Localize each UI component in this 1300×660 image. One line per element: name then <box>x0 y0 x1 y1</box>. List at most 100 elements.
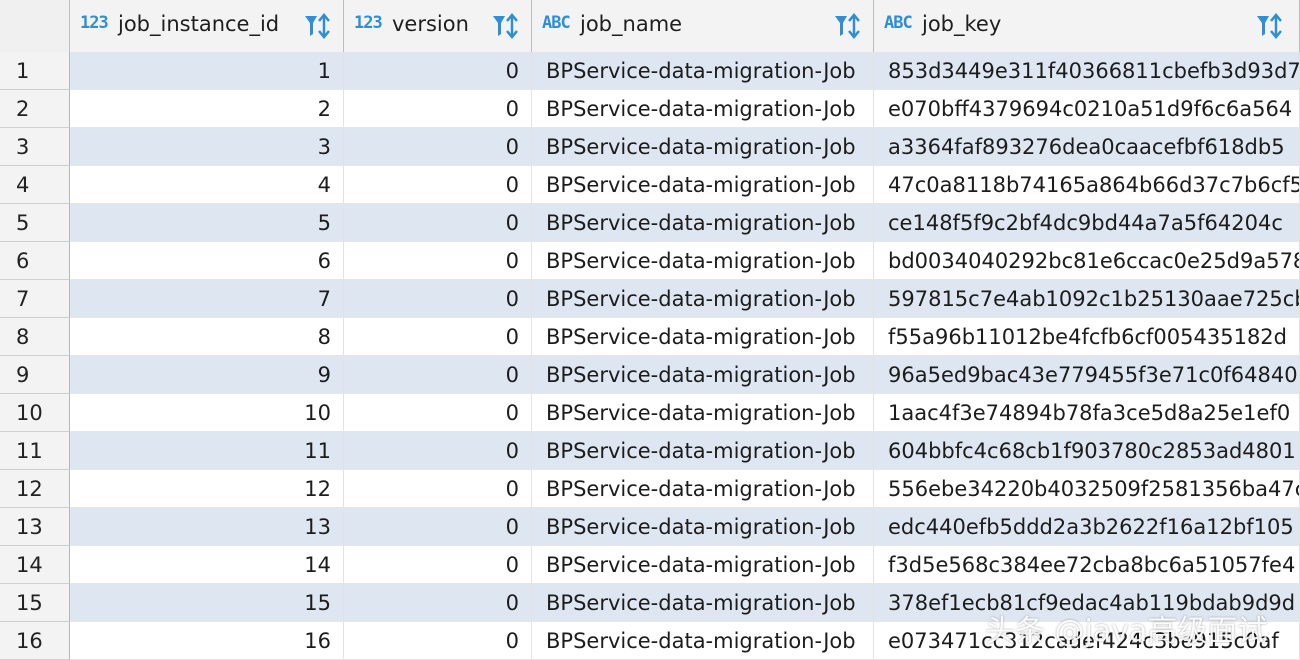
row-number[interactable]: 11 <box>0 432 70 470</box>
column-header-version[interactable]: 123 version <box>344 0 532 52</box>
cell-job-name[interactable]: BPService-data-migration-Job <box>532 356 874 394</box>
cell-job-key[interactable]: f3d5e568c384ee72cba8bc6a51057fe4 <box>874 546 1300 584</box>
table-row[interactable]: 13 13 0 BPService-data-migration-Job edc440e… <box>0 508 1300 546</box>
row-number[interactable]: 1 <box>0 52 70 90</box>
row-number[interactable]: 12 <box>0 470 70 508</box>
cell-job-name[interactable]: BPService-data-migration-Job <box>532 470 874 508</box>
cell-job-name[interactable]: BPService-data-migration-Job <box>532 90 874 128</box>
cell-job-key[interactable]: 853d3449e311f40366811cbefb3d93d7 <box>874 52 1300 90</box>
cell-job-name[interactable]: BPService-data-migration-Job <box>532 204 874 242</box>
cell-version[interactable]: 0 <box>344 470 532 508</box>
table-row[interactable]: 10 10 0 BPService-data-migration-Job 1aac4f3… <box>0 394 1300 432</box>
table-row[interactable]: 3 3 0 BPService-data-migration-Job a3364faf8… <box>0 128 1300 166</box>
cell-job-name[interactable]: BPService-data-migration-Job <box>532 546 874 584</box>
cell-version[interactable]: 0 <box>344 128 532 166</box>
row-number[interactable]: 16 <box>0 622 70 660</box>
cell-version[interactable]: 0 <box>344 280 532 318</box>
row-number[interactable]: 4 <box>0 166 70 204</box>
cell-job-name[interactable]: BPService-data-migration-Job <box>532 318 874 356</box>
cell-job-instance-id[interactable]: 16 <box>70 622 344 660</box>
table-row[interactable]: 12 12 0 BPService-data-migration-Job 556ebe3… <box>0 470 1300 508</box>
cell-job-name[interactable]: BPService-data-migration-Job <box>532 280 874 318</box>
table-row[interactable]: 6 6 0 BPService-data-migration-Job bd0034040… <box>0 242 1300 280</box>
row-number[interactable]: 6 <box>0 242 70 280</box>
cell-version[interactable]: 0 <box>344 584 532 622</box>
cell-version[interactable]: 0 <box>344 356 532 394</box>
row-number[interactable]: 15 <box>0 584 70 622</box>
column-header-job-instance-id[interactable]: 123 job_instance_id <box>70 0 344 52</box>
table-row[interactable]: 9 9 0 BPService-data-migration-Job 96a5ed9ba… <box>0 356 1300 394</box>
row-number[interactable]: 5 <box>0 204 70 242</box>
cell-job-instance-id[interactable]: 12 <box>70 470 344 508</box>
table-row[interactable]: 1 1 0 BPService-data-migration-Job 853d3449e… <box>0 52 1300 90</box>
cell-job-name[interactable]: BPService-data-migration-Job <box>532 584 874 622</box>
cell-job-key[interactable]: 597815c7e4ab1092c1b25130aae725cb <box>874 280 1300 318</box>
cell-job-instance-id[interactable]: 2 <box>70 90 344 128</box>
cell-job-name[interactable]: BPService-data-migration-Job <box>532 508 874 546</box>
cell-version[interactable]: 0 <box>344 204 532 242</box>
row-number[interactable]: 2 <box>0 90 70 128</box>
cell-job-instance-id[interactable]: 14 <box>70 546 344 584</box>
cell-job-instance-id[interactable]: 13 <box>70 508 344 546</box>
table-row[interactable]: 2 2 0 BPService-data-migration-Job e070bff43… <box>0 90 1300 128</box>
filter-sort-icon[interactable] <box>832 10 864 42</box>
table-row[interactable]: 11 11 0 BPService-data-migration-Job 604bbfc… <box>0 432 1300 470</box>
table-row[interactable]: 5 5 0 BPService-data-migration-Job ce148f5f9… <box>0 204 1300 242</box>
cell-job-key[interactable]: 96a5ed9bac43e779455f3e71c0f64840 <box>874 356 1300 394</box>
cell-job-key[interactable]: 1aac4f3e74894b78fa3ce5d8a25e1ef0 <box>874 394 1300 432</box>
row-number[interactable]: 9 <box>0 356 70 394</box>
table-row[interactable]: 14 14 0 BPService-data-migration-Job f3d5e56… <box>0 546 1300 584</box>
cell-job-name[interactable]: BPService-data-migration-Job <box>532 166 874 204</box>
cell-job-instance-id[interactable]: 7 <box>70 280 344 318</box>
select-all-corner[interactable] <box>0 0 70 52</box>
table-row[interactable]: 8 8 0 BPService-data-migration-Job f55a96b11… <box>0 318 1300 356</box>
filter-sort-icon[interactable] <box>1254 10 1286 42</box>
row-number[interactable]: 13 <box>0 508 70 546</box>
row-number[interactable]: 3 <box>0 128 70 166</box>
cell-job-key[interactable]: bd0034040292bc81e6ccac0e25d9a578 <box>874 242 1300 280</box>
cell-job-instance-id[interactable]: 5 <box>70 204 344 242</box>
cell-job-instance-id[interactable]: 15 <box>70 584 344 622</box>
cell-job-key[interactable]: 556ebe34220b4032509f2581356ba47c <box>874 470 1300 508</box>
cell-job-key[interactable]: edc440efb5ddd2a3b2622f16a12bf105 <box>874 508 1300 546</box>
cell-job-instance-id[interactable]: 11 <box>70 432 344 470</box>
cell-job-name[interactable]: BPService-data-migration-Job <box>532 242 874 280</box>
cell-job-instance-id[interactable]: 4 <box>70 166 344 204</box>
cell-version[interactable]: 0 <box>344 508 532 546</box>
filter-sort-icon[interactable] <box>490 10 522 42</box>
cell-version[interactable]: 0 <box>344 394 532 432</box>
row-number[interactable]: 10 <box>0 394 70 432</box>
cell-job-name[interactable]: BPService-data-migration-Job <box>532 622 874 660</box>
cell-version[interactable]: 0 <box>344 90 532 128</box>
cell-version[interactable]: 0 <box>344 546 532 584</box>
cell-job-key[interactable]: e070bff4379694c0210a51d9f6c6a564 <box>874 90 1300 128</box>
cell-job-name[interactable]: BPService-data-migration-Job <box>532 432 874 470</box>
cell-version[interactable]: 0 <box>344 242 532 280</box>
cell-job-instance-id[interactable]: 9 <box>70 356 344 394</box>
cell-job-instance-id[interactable]: 1 <box>70 52 344 90</box>
cell-job-name[interactable]: BPService-data-migration-Job <box>532 128 874 166</box>
cell-version[interactable]: 0 <box>344 432 532 470</box>
cell-version[interactable]: 0 <box>344 52 532 90</box>
table-row[interactable]: 4 4 0 BPService-data-migration-Job 47c0a8118… <box>0 166 1300 204</box>
row-number[interactable]: 14 <box>0 546 70 584</box>
table-row[interactable]: 7 7 0 BPService-data-migration-Job 597815c7e… <box>0 280 1300 318</box>
row-number[interactable]: 8 <box>0 318 70 356</box>
cell-job-key[interactable]: 604bbfc4c68cb1f903780c2853ad4801 <box>874 432 1300 470</box>
cell-version[interactable]: 0 <box>344 318 532 356</box>
column-header-job-key[interactable]: ABC job_key <box>874 0 1300 52</box>
filter-sort-icon[interactable] <box>302 10 334 42</box>
cell-job-instance-id[interactable]: 6 <box>70 242 344 280</box>
cell-job-key[interactable]: ce148f5f9c2bf4dc9bd44a7a5f64204c <box>874 204 1300 242</box>
column-header-job-name[interactable]: ABC job_name <box>532 0 874 52</box>
cell-job-name[interactable]: BPService-data-migration-Job <box>532 52 874 90</box>
cell-version[interactable]: 0 <box>344 166 532 204</box>
cell-job-key[interactable]: f55a96b11012be4fcfb6cf005435182d <box>874 318 1300 356</box>
cell-version[interactable]: 0 <box>344 622 532 660</box>
cell-job-instance-id[interactable]: 10 <box>70 394 344 432</box>
cell-job-key[interactable]: a3364faf893276dea0caacefbf618db5 <box>874 128 1300 166</box>
cell-job-instance-id[interactable]: 3 <box>70 128 344 166</box>
cell-job-name[interactable]: BPService-data-migration-Job <box>532 394 874 432</box>
cell-job-key[interactable]: 47c0a8118b74165a864b66d37c7b6cf5 <box>874 166 1300 204</box>
row-number[interactable]: 7 <box>0 280 70 318</box>
